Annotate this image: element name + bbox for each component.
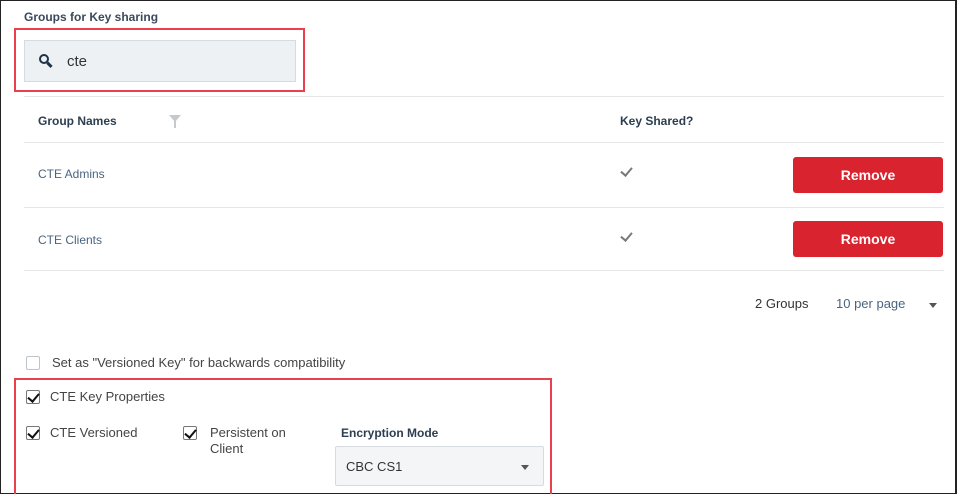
- search-input[interactable]: [67, 52, 287, 70]
- group-name: CTE Admins: [38, 167, 105, 181]
- divider: [24, 270, 944, 271]
- divider: [24, 207, 944, 208]
- versioned-key-label: Set as "Versioned Key" for backwards com…: [52, 355, 346, 370]
- search-box[interactable]: [24, 40, 296, 82]
- group-name: CTE Clients: [38, 233, 103, 247]
- persistent-on-client-label: Persistent on Client: [210, 425, 286, 457]
- column-header-key-shared: Key Shared?: [620, 114, 694, 128]
- versioned-key-checkbox[interactable]: [26, 356, 40, 370]
- chevron-down-icon[interactable]: [521, 465, 529, 470]
- cte-key-properties-checkbox[interactable]: [26, 390, 40, 404]
- key-shared-check-icon: [620, 229, 634, 243]
- encryption-mode-label: Encryption Mode: [341, 426, 439, 440]
- persistent-label-line1: Persistent on: [210, 425, 286, 440]
- pager-count: 2 Groups: [755, 296, 809, 311]
- section-title: Groups for Key sharing: [24, 10, 159, 24]
- encryption-mode-select[interactable]: CBC CS1: [335, 446, 544, 486]
- key-shared-check-icon: [620, 164, 634, 178]
- column-header-group-names[interactable]: Group Names: [38, 114, 117, 128]
- per-page-select[interactable]: 10 per page: [836, 296, 905, 311]
- search-icon: [39, 54, 53, 69]
- cte-versioned-checkbox[interactable]: [26, 426, 40, 440]
- remove-button[interactable]: Remove: [793, 157, 943, 193]
- encryption-mode-value: CBC CS1: [346, 459, 403, 474]
- cte-versioned-label: CTE Versioned: [50, 425, 138, 440]
- divider: [24, 96, 944, 97]
- chevron-down-icon[interactable]: [929, 303, 937, 308]
- persistent-on-client-checkbox[interactable]: [183, 426, 197, 440]
- remove-button[interactable]: Remove: [793, 221, 943, 257]
- filter-icon[interactable]: [169, 115, 181, 128]
- persistent-label-line2: Client: [210, 441, 244, 456]
- cte-key-properties-label: CTE Key Properties: [50, 389, 165, 404]
- divider: [24, 142, 944, 143]
